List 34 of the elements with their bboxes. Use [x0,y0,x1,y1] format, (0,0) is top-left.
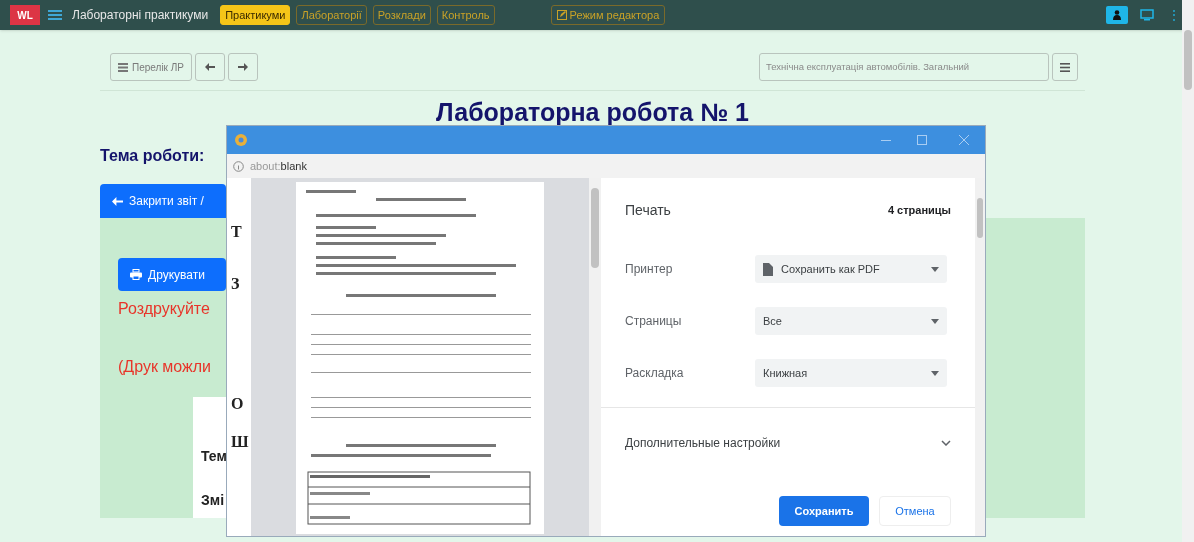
topic-label: Тема роботи: [100,146,205,166]
setting-select[interactable]: Книжная [755,359,947,387]
url-text[interactable]: about:blank [250,157,307,175]
nav-tab[interactable]: Практикуми [220,5,291,25]
save-button[interactable]: Сохранить [779,496,869,526]
app-title[interactable]: Лабораторні практикуми [72,6,209,24]
page-text-fragment: З [231,276,241,292]
nav-tab[interactable]: Лабораторії [296,5,367,25]
card-text: Змі [201,491,225,509]
overflow-menu-button[interactable]: ⋮ [1168,6,1180,24]
more-settings-toggle[interactable]: Дополнительные настройки [625,434,951,452]
setting-label: Принтер [625,261,674,278]
editor-mode-button[interactable]: Режим редактора [550,5,666,25]
setting-label: Страницы [625,313,683,330]
page-text-fragment: Ш [231,434,250,450]
card-text: Тем [201,447,227,465]
setting-select[interactable]: Сохранить как PDF [755,255,947,283]
print-note: Роздрукуйте [118,299,210,319]
page-heading: Лабораторна робота № 1 [435,97,750,127]
print-button[interactable]: Друкувати [118,258,226,291]
print-title: Печать [625,201,671,220]
page-count: 4 страницы [887,203,951,219]
nav-tab[interactable]: Розклади [372,5,431,25]
setting-select[interactable]: Все [755,307,947,335]
cancel-button[interactable]: Отмена [879,496,951,526]
page-text-fragment: О [231,396,245,412]
close-report-button[interactable]: Закрити звіт / [100,184,226,218]
setting-label: Раскладка [625,365,685,382]
print-note: (Друк можли [118,357,212,377]
nav-tab[interactable]: Контроль [436,5,495,25]
course-select[interactable]: Технічна експлуатація автомобілів. Загальний [759,53,1049,81]
lab-list-button[interactable]: Перелік ЛР [110,53,192,81]
logo[interactable]: WL [10,5,40,25]
page-text-fragment: Т [231,224,243,240]
